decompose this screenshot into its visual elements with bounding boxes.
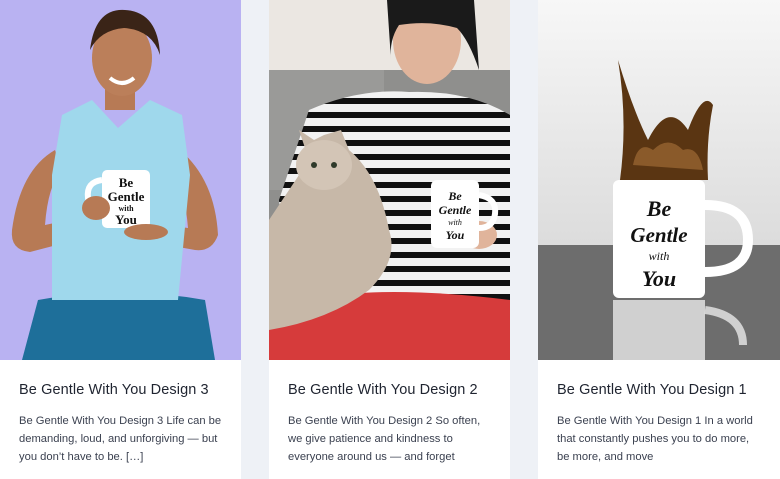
post-card[interactable]: Be Gentle with You Be Gentle With You De…: [538, 0, 780, 479]
mug-text-line: with: [649, 249, 670, 263]
post-thumbnail-woman-with-cat[interactable]: Be Gentle with You: [269, 0, 510, 360]
mug-text-line: Gentle: [108, 189, 145, 204]
post-excerpt: Be Gentle With You Design 1 In a world t…: [557, 415, 753, 463]
mug-text-line: Be: [646, 196, 672, 221]
post-excerpt: Be Gentle With You Design 3 Life can be …: [19, 415, 222, 463]
post-excerpt: Be Gentle With You Design 2 So often, we…: [288, 415, 481, 463]
mug-text-line: Gentle: [630, 223, 687, 247]
post-title[interactable]: Be Gentle With You Design 1: [557, 380, 762, 400]
mug-text-line: Be: [119, 175, 134, 190]
mug-text-line: You: [115, 212, 137, 227]
mug-text-line: Be: [447, 189, 462, 203]
mug-text-line: You: [642, 266, 676, 291]
post-thumbnail-splashing-mug[interactable]: Be Gentle with You: [538, 0, 780, 360]
mug-text-line: Gentle: [439, 203, 472, 217]
post-title[interactable]: Be Gentle With You Design 2: [288, 380, 492, 400]
mug-text-line: with: [448, 218, 462, 227]
post-card[interactable]: Be Gentle with You Be Gentle With You De…: [0, 0, 241, 479]
post-title[interactable]: Be Gentle With You Design 3: [19, 380, 223, 400]
mug-text-line: You: [446, 228, 465, 242]
post-thumbnail-woman-holding-mug[interactable]: Be Gentle with You: [0, 0, 241, 360]
post-card[interactable]: Be Gentle with You Be Gentle With You De…: [269, 0, 510, 479]
post-grid: Be Gentle with You Be Gentle With You De…: [0, 0, 780, 479]
